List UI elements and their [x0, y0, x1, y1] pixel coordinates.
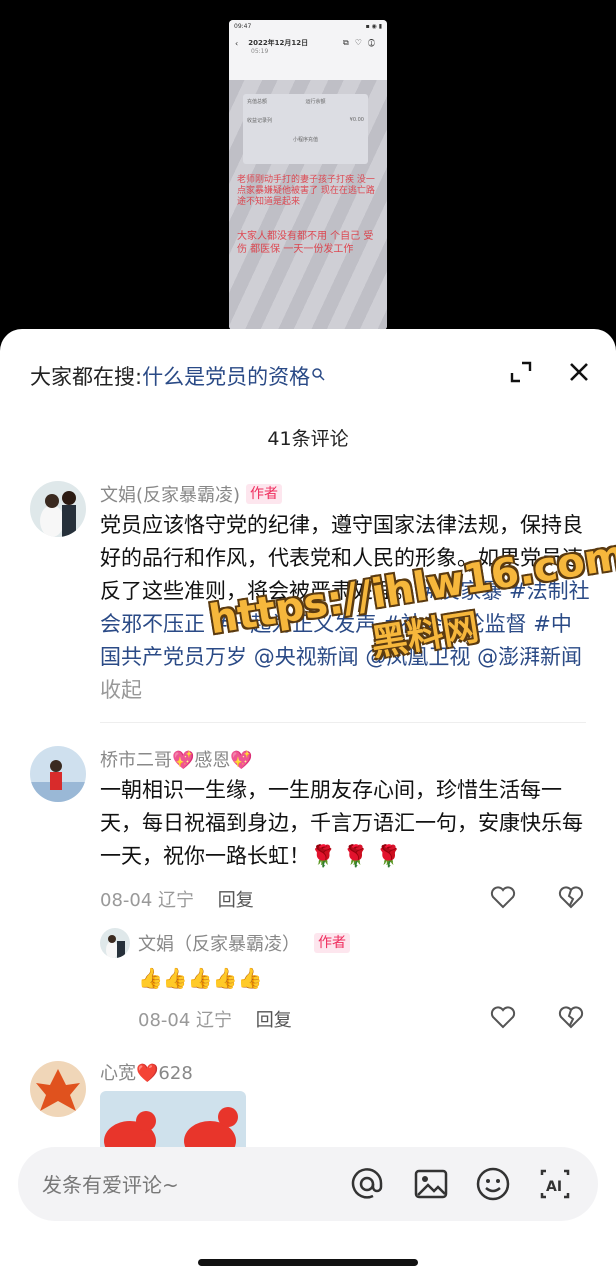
reply-text: 👍👍👍👍👍 [138, 962, 616, 995]
username-text: 心宽❤️628 [100, 1063, 193, 1084]
video-content: 充值总额 运行余额 收益记录列 ¥0.00 小程序充值 老师刚动手打的妻子孩子打… [229, 80, 387, 330]
author-badge: 作者 [314, 933, 350, 953]
comment-location: 辽宁 [158, 890, 195, 911]
video-overlay-text-1: 老师刚动手打的妻子孩子打疾 没一点家暴嫌疑他被害了 现在在逃亡路途不知道是起来 [237, 175, 375, 207]
reply-date: 08-04 [138, 1010, 191, 1031]
back-icon: ‹ [235, 38, 239, 48]
reply-location: 辽宁 [196, 1010, 233, 1031]
avatar[interactable] [30, 746, 86, 802]
comment-count: 41条评论 [267, 428, 349, 450]
video-date: 2022年12月12日 [248, 39, 309, 47]
video-panel-row1: 收益记录列 [247, 118, 273, 124]
mention-icon[interactable] [348, 1165, 386, 1203]
comment-date: 08-04 [100, 890, 153, 911]
video-overlay-text-2: 大家人都没有都不用 个自己 受伤 都医保 一天一份发工作 [237, 231, 374, 255]
author-badge: 作者 [246, 484, 283, 504]
comment-username[interactable]: 心宽❤️628 [100, 1059, 193, 1085]
comment-username[interactable]: 文娟(反家暴霸凌) 作者 [100, 481, 283, 507]
reply-button[interactable]: 回复 [256, 1010, 292, 1031]
search-icon [312, 367, 325, 385]
home-indicator [198, 1259, 418, 1266]
video-time: 05:19 [251, 48, 269, 55]
svg-text:AI: AI [546, 1179, 562, 1195]
ai-icon[interactable]: AI [536, 1165, 574, 1203]
comment-sheet: 大家都在搜: 什么是党员的资格 41条评论 文娟(反家暴霸凌) 作者 党员应该恪… [0, 329, 616, 1279]
dislike-icon[interactable] [558, 886, 584, 910]
comment-username[interactable]: 桥市二哥💖感恩💖 [100, 746, 253, 772]
expand-icon[interactable] [508, 359, 534, 385]
video-status-icons: ▪ ◉ ▮ [365, 23, 382, 30]
comment-input[interactable]: 发条有爱评论~ [42, 1169, 179, 1198]
username-text: 文娟(反家暴霸凌) [100, 485, 241, 506]
comment-meta: 08-04 辽宁 回复 [100, 886, 254, 912]
video-panel-col1: 充值总额 [247, 99, 268, 105]
avatar[interactable] [30, 1061, 86, 1117]
collapse-link[interactable]: 收起 [100, 678, 142, 702]
video-panel-col2: 运行余额 [305, 99, 326, 105]
dislike-icon[interactable] [558, 1006, 584, 1030]
video-preview[interactable]: 09:47 ▪ ◉ ▮ ‹ 2022年12月12日 ⧉♡⓵ 05:19 充值总额… [229, 20, 387, 330]
video-header-icons: ⧉♡⓵ [343, 38, 381, 47]
search-prefix: 大家都在搜: [30, 365, 143, 389]
search-suggestion[interactable]: 大家都在搜: 什么是党员的资格 [30, 361, 325, 391]
avatar[interactable] [30, 481, 86, 537]
comment-input-bar[interactable]: 发条有爱评论~ AI [18, 1147, 598, 1221]
username-text: 文娟（反家暴霸凌） [138, 934, 300, 955]
reply-avatar[interactable] [100, 928, 130, 958]
video-panel: 充值总额 运行余额 收益记录列 ¥0.00 小程序充值 [243, 94, 368, 164]
video-screen-header: 09:47 ▪ ◉ ▮ ‹ 2022年12月12日 ⧉♡⓵ 05:19 [229, 20, 387, 80]
video-panel-amount: ¥0.00 [349, 117, 364, 123]
search-query[interactable]: 什么是党员的资格 [142, 361, 310, 391]
reply-emoji: 👍👍👍👍👍 [138, 966, 263, 990]
divider [100, 722, 586, 723]
like-icon[interactable] [490, 886, 516, 910]
reply-button[interactable]: 回复 [218, 890, 254, 911]
like-icon[interactable] [490, 1006, 516, 1030]
close-icon[interactable] [566, 359, 592, 385]
image-icon[interactable] [412, 1165, 450, 1203]
video-app-header: ‹ 2022年12月12日 ⧉♡⓵ [229, 30, 387, 48]
username-text: 桥市二哥💖感恩💖 [100, 750, 253, 771]
reply-username[interactable]: 文娟（反家暴霸凌） 作者 [138, 930, 350, 956]
reply-meta: 08-04 辽宁 回复 [138, 1006, 292, 1032]
video-status-time: 09:47 [234, 23, 252, 30]
comment-text: 一朝相识一生缘，一生朋友存心间，珍惜生活每一天，每日祝福到身边，千言万语汇一句，… [100, 778, 583, 868]
emoji-icon[interactable] [474, 1165, 512, 1203]
video-panel-note: 小程序充值 [292, 137, 318, 143]
video-status-bar: 09:47 ▪ ◉ ▮ [229, 20, 387, 30]
mention[interactable]: @澎湃新闻 [477, 645, 582, 669]
